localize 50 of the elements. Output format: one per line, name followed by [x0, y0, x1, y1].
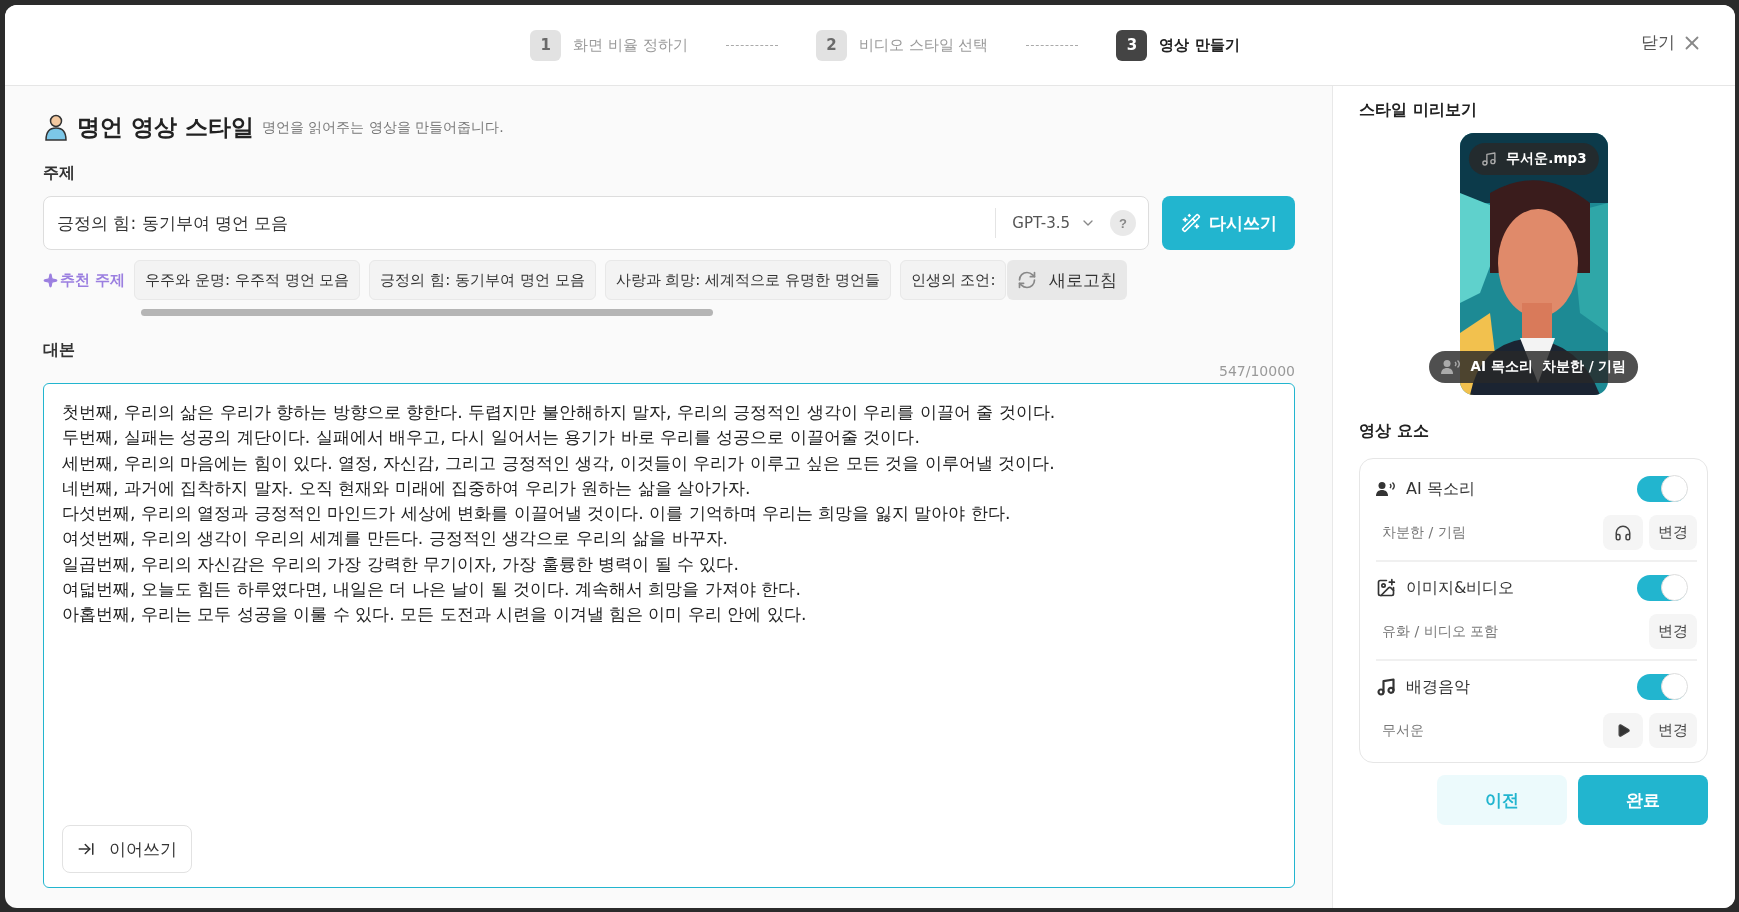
step-tab[interactable]: 2 비디오 스타일 선택 — [815, 29, 989, 61]
music-note-icon — [1480, 151, 1497, 167]
script-label: 대본 — [43, 340, 75, 361]
topic-field[interactable]: 긍정의 힘: 동기부여 명언 모음 GPT-3.5 ? — [43, 196, 1149, 250]
music-note-icon — [1376, 677, 1396, 697]
topic-chip[interactable]: 긍정의 힘: 동기부여 명언 모음 — [369, 260, 596, 300]
change-button[interactable]: 변경 — [1649, 515, 1697, 550]
refresh-icon — [1017, 270, 1038, 290]
element-label: 배경음악 — [1406, 676, 1471, 698]
elements-title: 영상 요소 — [1359, 421, 1430, 442]
toggle-switch[interactable] — [1637, 575, 1687, 601]
scrollbar[interactable] — [141, 309, 713, 316]
style-description: 명언을 읽어주는 영상을 만들어줍니다. — [262, 118, 504, 137]
step-tab[interactable]: 3 영상 만들기 — [1116, 29, 1240, 61]
sparkle-icon — [43, 272, 58, 288]
toggle-switch[interactable] — [1637, 674, 1687, 700]
refresh-button[interactable]: 새로고침 — [1007, 260, 1128, 300]
arrow-to-line-icon — [77, 840, 95, 858]
listen-button[interactable] — [1603, 515, 1643, 550]
image-icon — [1376, 578, 1396, 598]
script-field[interactable]: 첫번째, 우리의 삶은 우리가 향하는 방향으로 향한다. 두렵지만 불안해하지 말자, 우리의 긍정적인 생각이 우리를 이끌어 줄 것이다. 두번째, 실패는 성공의 계단이다. 실패에서 배우고, 다시 일어서는 용기가 바로 우리를 성공으로 이끌어줄 것이다. 세번째, 우리의 마음에는 힘이 있다. 열정, 자신감, 그리고 긍정적인 생각, 이것들이 우리가 이루고 싶은 모든 것을 이루어낼 것이다. 네번째, 과거에 집착하지 말자. 오직 현재와 미래에 집중하여 우리가 원하는 삶을 살아가자. 다섯번째, 우리의 열정과 긍정적인 마인드가 세상에 변화를 이끌어낼 것이다. 이를 기억하며 우리는 희망을 잃지 말아야 한다. 여섯번째, 우리의 생각이 우리의 세계를 만든다. 긍정적인 생각으로 우리의 삶을 바꾸자. 일곱번째, 우리의 자신감은 우리의 가장 강력한 무기이자, 가장 훌륭한 병력이 될 수 있다. 여덟번째, 오늘도 힘든 하루였다면, 내일은 더 나은 날이 될 것이다. 계속해서 희망을 가져야 한다. 아홉번째, 우리는 모두 성공을 이룰 수 있다. 모든 도전과 시련을 이겨낼 힘은 이미 우리 안에 있다. 이어쓰기 — [43, 383, 1295, 888]
element-label: AI 목소리 — [1406, 478, 1476, 500]
change-button[interactable]: 변경 — [1649, 614, 1697, 649]
preview-title: 스타일 미리보기 — [1359, 100, 1478, 121]
voice-icon — [1440, 359, 1461, 375]
voice-badge: AI 목소리 차분한 / 기림 — [1428, 351, 1639, 383]
continue-writing-button[interactable]: 이어쓰기 — [62, 825, 192, 873]
music-badge: 무서운.mp3 — [1468, 143, 1599, 175]
magic-wand-icon — [1180, 213, 1201, 233]
close-button[interactable]: 닫기 — [1641, 31, 1703, 54]
topic-label: 주제 — [43, 163, 76, 184]
element-value: 차분한 / 기림 — [1382, 523, 1467, 542]
change-button[interactable]: 변경 — [1649, 713, 1697, 748]
character-counter: 547/10000 — [1219, 363, 1295, 379]
topic-chip[interactable]: 사랑과 희망: 세계적으로 유명한 명언들 — [604, 260, 891, 300]
element-label: 이미지&비디오 — [1406, 577, 1516, 599]
element-value: 무서운 — [1382, 721, 1425, 740]
topic-chip[interactable]: 인생의 조언: — [899, 260, 1007, 300]
headphones-icon — [1614, 523, 1632, 542]
model-select[interactable]: GPT-3.5 — [995, 208, 1110, 238]
play-icon — [1615, 723, 1631, 738]
style-title: 명언 영상 스타일 — [77, 113, 254, 142]
element-value: 유화 / 비디오 포함 — [1382, 622, 1500, 641]
step-tab[interactable]: 1 화면 비율 정하기 — [530, 29, 688, 61]
voice-icon — [1376, 481, 1396, 497]
suggestions-label: 추천 주제 — [43, 270, 126, 290]
topic-chip[interactable]: 우주와 운명: 우주적 명언 모음 — [134, 260, 361, 300]
toggle-switch[interactable] — [1637, 476, 1687, 502]
person-icon — [43, 113, 69, 142]
play-button[interactable] — [1603, 713, 1643, 748]
